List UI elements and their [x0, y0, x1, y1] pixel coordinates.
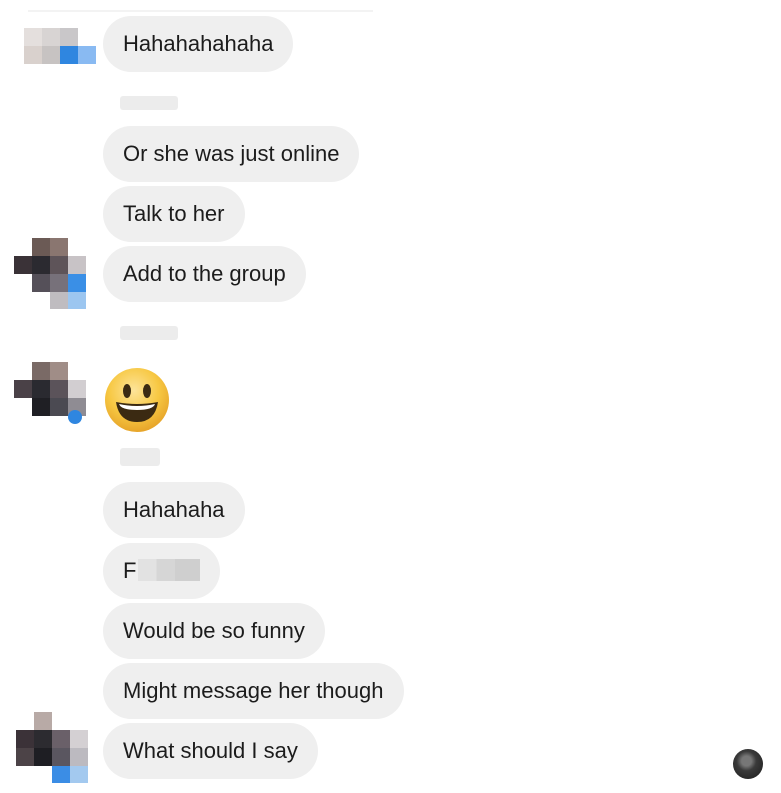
smiling-face-icon	[105, 368, 169, 432]
message-text: Hahahaha	[123, 497, 225, 522]
message-bubble[interactable]: What should I say	[103, 723, 318, 779]
message-bubble[interactable]: Would be so funny	[103, 603, 325, 659]
message-text: Would be so funny	[123, 618, 305, 643]
message-text: Talk to her	[123, 201, 225, 226]
avatar[interactable]	[14, 234, 89, 309]
censor-blur	[138, 559, 201, 582]
divider	[28, 10, 373, 12]
message-bubble[interactable]: Hahahaha	[103, 482, 245, 538]
message-bubble[interactable]: Might message her though	[103, 663, 404, 719]
message-bubble[interactable]: Add to the group	[103, 246, 306, 302]
message-text: Or she was just online	[123, 141, 340, 166]
avatar[interactable]	[14, 362, 89, 437]
avatar[interactable]	[24, 28, 99, 103]
message-text: Add to the group	[123, 261, 286, 286]
message-bubble[interactable]: F	[103, 543, 221, 599]
sender-name	[120, 96, 178, 110]
message-bubble[interactable]: Or she was just online	[103, 126, 360, 182]
message-text: What should I say	[123, 738, 298, 763]
chat-thread: Hahahahahaha Or she was just online Talk…	[0, 0, 781, 793]
sender-name	[120, 448, 160, 466]
avatar[interactable]	[16, 708, 91, 783]
message-text: Hahahahahaha	[123, 31, 274, 56]
message-text: Might message her though	[123, 678, 384, 703]
message-bubble[interactable]: Talk to her	[103, 186, 245, 242]
message-text: F	[123, 558, 137, 583]
read-receipt-avatar	[733, 749, 763, 779]
sender-name	[120, 326, 178, 340]
message-bubble[interactable]: Hahahahahaha	[103, 16, 294, 72]
